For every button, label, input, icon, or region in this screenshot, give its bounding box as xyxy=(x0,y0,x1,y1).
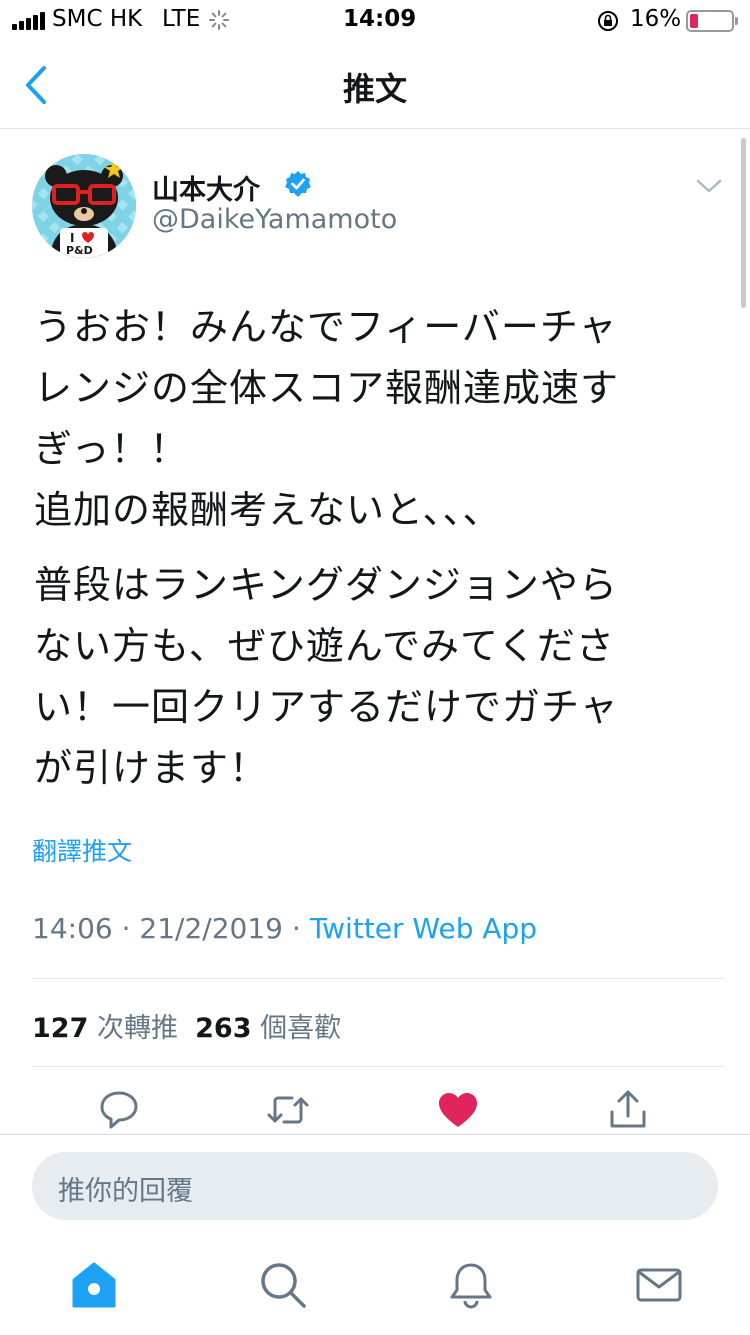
tweet-source-link[interactable]: Twitter Web App xyxy=(310,912,537,945)
share-icon[interactable] xyxy=(606,1088,650,1132)
reply-input[interactable]: 推你的回覆 xyxy=(32,1152,718,1220)
avatar[interactable]: I P&D xyxy=(32,154,136,258)
messages-icon[interactable] xyxy=(634,1260,684,1310)
svg-text:I: I xyxy=(70,231,74,245)
signal-icon xyxy=(12,12,46,30)
divider xyxy=(32,978,725,979)
search-icon[interactable] xyxy=(258,1260,308,1310)
rotation-lock-icon xyxy=(598,11,618,31)
like-count[interactable]: 263 xyxy=(195,1013,251,1044)
retweet-label[interactable]: 次轉推 xyxy=(97,1013,178,1044)
scrollbar[interactable] xyxy=(741,138,746,308)
svg-text:P&D: P&D xyxy=(66,244,93,257)
network-label: LTE xyxy=(162,6,201,32)
tweet-date: 21/2/2019 xyxy=(139,912,283,945)
tweet-meta: 14:06 · 21/2/2019 · Twitter Web App xyxy=(32,912,538,945)
author-name[interactable]: 山本大介 xyxy=(152,168,260,207)
retweet-icon[interactable] xyxy=(266,1088,310,1132)
reply-icon[interactable] xyxy=(97,1088,141,1132)
nav-header: 推文 xyxy=(0,42,750,129)
page-title: 推文 xyxy=(342,70,407,108)
tweet-time: 14:06 xyxy=(32,912,113,945)
tweet-paragraph: 普段はランキングダンジョンやら ない方も、ぜひ遊んでみてくださ い！一回クリアす… xyxy=(34,563,619,790)
clock: 14:09 xyxy=(343,6,417,32)
battery-percent: 16% xyxy=(630,6,682,32)
translate-link[interactable]: 翻譯推文 xyxy=(32,832,132,868)
author-handle[interactable]: @DaikeYamamoto xyxy=(152,204,397,235)
retweet-count[interactable]: 127 xyxy=(32,1013,88,1044)
home-icon[interactable] xyxy=(69,1260,119,1310)
notifications-icon[interactable] xyxy=(446,1260,496,1310)
caret-down-icon[interactable] xyxy=(696,178,722,194)
like-icon[interactable] xyxy=(436,1088,480,1132)
divider xyxy=(32,1066,725,1067)
reply-placeholder: 推你的回覆 xyxy=(58,1176,193,1207)
like-label[interactable]: 個喜歡 xyxy=(260,1013,341,1044)
verified-icon xyxy=(285,171,311,197)
carrier-label: SMC HK xyxy=(52,6,143,32)
battery-icon xyxy=(686,10,738,32)
status-bar: SMC HK LTE 14:09 16% xyxy=(0,0,750,42)
activity-spinner-icon xyxy=(209,10,229,30)
tweet-stats: 127 次轉推 263 個喜歡 xyxy=(32,1006,341,1045)
tweet-paragraph: うおお！みんなでフィーバーチャ レンジの全体スコア報酬達成速す ぎっ！！ 追加の… xyxy=(34,305,620,532)
tweet-text: うおお！みんなでフィーバーチャ レンジの全体スコア報酬達成速す ぎっ！！ 追加の… xyxy=(34,297,714,813)
